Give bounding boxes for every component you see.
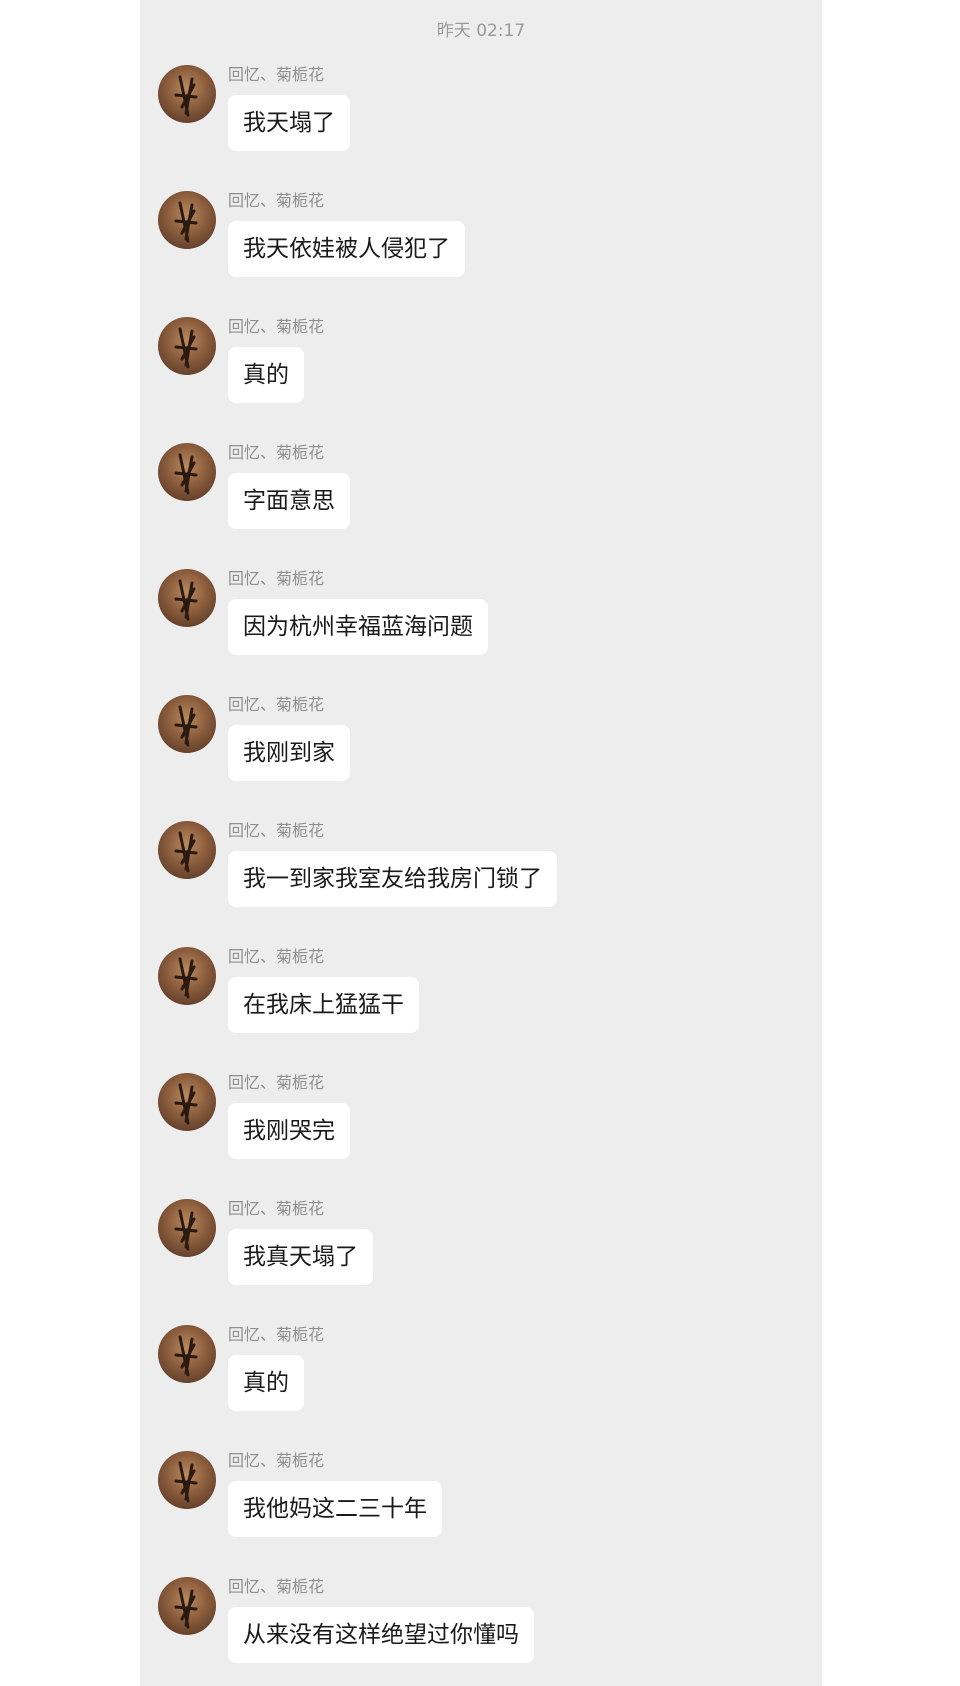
message-row: 回忆、菊栀花 我天依娃被人侵犯了 — [158, 191, 778, 301]
sender-name[interactable]: 回忆、菊栀花 — [228, 821, 324, 841]
sender-name[interactable]: 回忆、菊栀花 — [228, 65, 324, 85]
message-row: 回忆、菊栀花 我一到家我室友给我房门锁了 — [158, 821, 778, 931]
message-row: 回忆、菊栀花 我天塌了 — [158, 65, 778, 175]
sender-name[interactable]: 回忆、菊栀花 — [228, 1199, 324, 1219]
sender-name[interactable]: 回忆、菊栀花 — [228, 1325, 324, 1345]
message-row: 回忆、菊栀花 从来没有这样绝望过你懂吗 — [158, 1577, 778, 1686]
sender-name[interactable]: 回忆、菊栀花 — [228, 569, 324, 589]
sender-name[interactable]: 回忆、菊栀花 — [228, 1073, 324, 1093]
message-bubble[interactable]: 在我床上猛猛干 — [228, 977, 419, 1033]
message-bubble[interactable]: 真的 — [228, 1355, 304, 1411]
avatar[interactable] — [158, 443, 216, 501]
message-row: 回忆、菊栀花 我刚哭完 — [158, 1073, 778, 1183]
avatar[interactable] — [158, 569, 216, 627]
message-row: 回忆、菊栀花 真的 — [158, 1325, 778, 1435]
message-row: 回忆、菊栀花 我真天塌了 — [158, 1199, 778, 1309]
message-bubble[interactable]: 我一到家我室友给我房门锁了 — [228, 851, 557, 907]
avatar[interactable] — [158, 1577, 216, 1635]
avatar[interactable] — [158, 947, 216, 1005]
message-bubble[interactable]: 我天塌了 — [228, 95, 350, 151]
message-bubble[interactable]: 我真天塌了 — [228, 1229, 373, 1285]
sender-name[interactable]: 回忆、菊栀花 — [228, 317, 324, 337]
message-row: 回忆、菊栀花 我刚到家 — [158, 695, 778, 805]
message-bubble[interactable]: 我天依娃被人侵犯了 — [228, 221, 465, 277]
message-bubble[interactable]: 从来没有这样绝望过你懂吗 — [228, 1607, 534, 1663]
message-bubble[interactable]: 我他妈这二三十年 — [228, 1481, 442, 1537]
message-bubble[interactable]: 我刚到家 — [228, 725, 350, 781]
avatar[interactable] — [158, 65, 216, 123]
message-timestamp: 昨天 02:17 — [436, 21, 526, 41]
sender-name[interactable]: 回忆、菊栀花 — [228, 1451, 324, 1471]
message-row: 回忆、菊栀花 字面意思 — [158, 443, 778, 553]
message-bubble[interactable]: 因为杭州幸福蓝海问题 — [228, 599, 488, 655]
message-row: 回忆、菊栀花 因为杭州幸福蓝海问题 — [158, 569, 778, 679]
message-bubble[interactable]: 真的 — [228, 347, 304, 403]
sender-name[interactable]: 回忆、菊栀花 — [228, 695, 324, 715]
avatar[interactable] — [158, 1199, 216, 1257]
message-row: 回忆、菊栀花 我他妈这二三十年 — [158, 1451, 778, 1561]
message-row: 回忆、菊栀花 在我床上猛猛干 — [158, 947, 778, 1057]
avatar[interactable] — [158, 1073, 216, 1131]
sender-name[interactable]: 回忆、菊栀花 — [228, 191, 324, 211]
message-row: 回忆、菊栀花 真的 — [158, 317, 778, 427]
sender-name[interactable]: 回忆、菊栀花 — [228, 443, 324, 463]
avatar[interactable] — [158, 1325, 216, 1383]
chat-area[interactable]: 昨天 02:17 回忆、菊栀花 我天塌了 回忆、菊栀花 我天依娃被人侵犯了 回忆… — [140, 0, 822, 1686]
sender-name[interactable]: 回忆、菊栀花 — [228, 1577, 324, 1597]
message-bubble[interactable]: 我刚哭完 — [228, 1103, 350, 1159]
sender-name[interactable]: 回忆、菊栀花 — [228, 947, 324, 967]
avatar[interactable] — [158, 821, 216, 879]
avatar[interactable] — [158, 695, 216, 753]
avatar[interactable] — [158, 191, 216, 249]
avatar[interactable] — [158, 317, 216, 375]
message-bubble[interactable]: 字面意思 — [228, 473, 350, 529]
avatar[interactable] — [158, 1451, 216, 1509]
